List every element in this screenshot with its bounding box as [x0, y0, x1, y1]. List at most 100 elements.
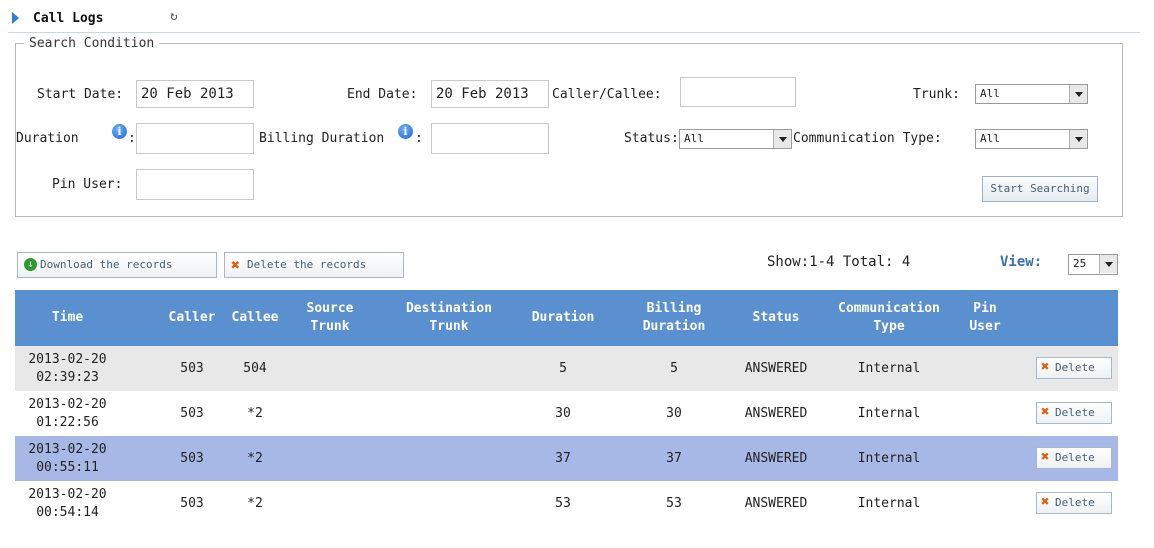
pin-user-input[interactable] — [136, 169, 254, 200]
table-cell: *2 — [247, 450, 263, 466]
table-cell — [965, 481, 1005, 526]
start-searching-button[interactable]: Start Searching — [982, 176, 1098, 202]
caller-callee-label: Caller/Callee: — [552, 87, 662, 102]
table-cell — [280, 481, 380, 526]
duration-colon: : — [128, 131, 136, 146]
table-cell — [965, 436, 1005, 481]
chevron-down-icon[interactable] — [1099, 255, 1117, 273]
column-header[interactable]: Billing Duration — [620, 290, 728, 346]
table-cell: ANSWERED — [744, 405, 808, 421]
duration-label: Duration — [16, 131, 79, 146]
communication-type-select[interactable]: All — [975, 129, 1088, 149]
table-cell: 503 — [180, 495, 204, 511]
communication-type-select-value: All — [980, 132, 1000, 145]
show-total-text: Show:1-4 Total: 4 — [767, 254, 911, 270]
billing-duration-input[interactable] — [431, 123, 549, 154]
end-date-input[interactable]: 20 Feb 2013 — [431, 80, 549, 108]
trunk-select[interactable]: All — [975, 84, 1088, 104]
column-header-label: Caller — [168, 310, 216, 325]
delete-records-button[interactable]: ✖ Delete the records — [224, 252, 404, 278]
column-header[interactable]: Caller — [152, 290, 232, 346]
delete-row-button[interactable]: ✖ Delete — [1036, 402, 1112, 424]
table-cell: ANSWERED — [744, 360, 808, 376]
table-cell — [386, 391, 512, 436]
table-cell — [280, 436, 380, 481]
refresh-icon[interactable]: ↻ — [170, 9, 178, 24]
column-header[interactable]: Communication Type — [815, 290, 963, 346]
download-records-button[interactable]: ↓ Download the records — [17, 252, 217, 278]
column-header[interactable]: Status — [737, 290, 815, 346]
duration-input[interactable] — [136, 123, 254, 154]
table-cell: 504 — [243, 360, 267, 376]
table-cell: Internal — [857, 405, 921, 421]
delete-row-button[interactable]: ✖ Delete — [1036, 357, 1112, 379]
table-cell: 30 — [555, 405, 571, 421]
delete-x-icon: ✖ — [1041, 359, 1050, 375]
download-icon: ↓ — [24, 258, 37, 271]
table-cell — [965, 391, 1005, 436]
table-cell: Internal — [857, 495, 921, 511]
table-cell: ANSWERED — [744, 450, 808, 466]
column-header-label: Status — [752, 310, 800, 325]
status-select[interactable]: All — [679, 129, 792, 149]
delete-row-label: Delete — [1055, 406, 1095, 419]
trunk-label: Trunk: — [913, 87, 960, 102]
start-date-input[interactable]: 20 Feb 2013 — [136, 80, 254, 108]
table-cell: *2 — [247, 405, 263, 421]
collapse-arrow-icon[interactable] — [12, 12, 19, 24]
delete-x-icon: ✖ — [1041, 404, 1050, 420]
table-cell — [280, 346, 380, 391]
end-date-label: End Date: — [347, 87, 418, 102]
delete-row-button[interactable]: ✖ Delete — [1036, 492, 1112, 514]
table-row[interactable]: 2013-02-20 00:55:11 503 *2 37 37 ANSWERED Inter… — [15, 436, 1118, 481]
table-cell — [386, 346, 512, 391]
column-header-label: Billing Duration — [642, 301, 706, 334]
table-cell: *2 — [247, 495, 263, 511]
duration-info-icon[interactable]: i — [112, 124, 127, 139]
table-header: Time Caller Callee Source Trunk Destination Tr… — [15, 290, 1118, 346]
column-header[interactable]: Destination Trunk — [386, 290, 512, 346]
view-page-size-value: 25 — [1073, 257, 1087, 270]
table-cell: 37 — [555, 450, 571, 466]
delete-row-label: Delete — [1055, 496, 1095, 509]
table-cell: 2013-02-20 00:55:11 — [28, 441, 107, 475]
table-cell: 503 — [180, 405, 204, 421]
column-header-label: Callee — [231, 310, 279, 325]
table-cell — [386, 436, 512, 481]
table-cell: 2013-02-20 01:22:56 — [28, 396, 107, 430]
column-header[interactable]: Source Trunk — [280, 290, 380, 346]
view-label: View: — [1000, 254, 1043, 270]
column-header-label: Time — [51, 310, 84, 325]
view-page-size-select[interactable]: 25 — [1068, 254, 1118, 275]
table-cell: 503 — [180, 360, 204, 376]
table-row[interactable]: 2013-02-20 01:22:56 503 *2 30 30 ANSWERED Inter… — [15, 391, 1118, 436]
table-cell: Internal — [857, 360, 921, 376]
chevron-down-icon[interactable] — [773, 130, 791, 148]
delete-row-button[interactable]: ✖ Delete — [1036, 447, 1112, 469]
delete-records-label: Delete the records — [247, 258, 367, 271]
table-row[interactable]: 2013-02-20 00:54:14 503 *2 53 53 ANSWERED Inter… — [15, 481, 1118, 526]
column-header[interactable]: Pin User — [965, 290, 1005, 346]
billing-duration-info-icon[interactable]: i — [398, 124, 413, 139]
delete-row-label: Delete — [1055, 361, 1095, 374]
billing-duration-colon: : — [415, 131, 423, 146]
chevron-down-icon[interactable] — [1069, 130, 1087, 148]
table-cell — [965, 346, 1005, 391]
table-cell: 2013-02-20 00:54:14 — [28, 486, 107, 520]
chevron-down-icon[interactable] — [1069, 85, 1087, 103]
status-label: Status: — [624, 131, 679, 146]
billing-duration-label: Billing Duration — [259, 131, 385, 146]
communication-type-label: Communication Type: — [793, 131, 942, 146]
column-header-label: Destination Trunk — [405, 301, 493, 334]
table-row[interactable]: 2013-02-20 02:39:23 503 504 5 5 ANSWERED Intern… — [15, 346, 1118, 391]
table-cell — [386, 481, 512, 526]
column-header[interactable]: Callee — [225, 290, 285, 346]
caller-callee-input[interactable] — [680, 77, 796, 107]
table-cell — [280, 391, 380, 436]
column-header[interactable]: Time — [15, 290, 120, 346]
title-bar: Call Logs ↻ — [8, 8, 1140, 33]
table-cell: 2013-02-20 02:39:23 — [28, 351, 107, 385]
table-cell: 37 — [666, 450, 682, 466]
column-header[interactable]: Duration — [524, 290, 602, 346]
pin-user-label: Pin User: — [52, 177, 123, 192]
